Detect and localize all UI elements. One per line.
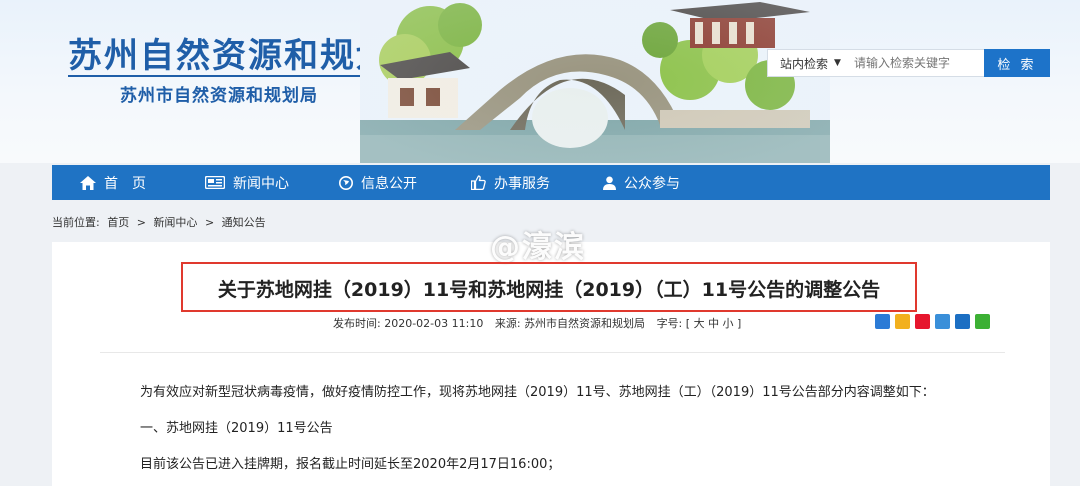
meta-divider [100,352,1005,353]
nav-item-label: 公众参与 [624,175,680,192]
share-wechat-icon[interactable] [975,314,990,329]
article-paragraph: 为有效应对新型冠状病毒疫情，做好疫情防控工作，现将苏地网挂（2019）11号、苏… [140,385,935,400]
share-weibo-icon[interactable] [915,314,930,329]
breadcrumb-link-news[interactable]: 新闻中心 [153,216,197,229]
article-meta: 发布时间: 2020-02-03 11:10 来源: 苏州市自然资源和规划局 字… [333,315,741,331]
nav-item-label: 新闻中心 [233,175,289,192]
breadcrumb-prefix: 当前位置: [52,216,100,229]
breadcrumb-separator: > [204,216,215,229]
font-size-options[interactable]: [ 大 中 小 ] [686,317,742,330]
header-banner: 苏州自然资源和规划 苏州市自然资源和规划局 [0,0,1080,163]
publish-date: 2020-02-03 11:10 [384,317,484,330]
article-paragraph: 一、苏地网挂（2019）11号公告 [140,421,333,436]
breadcrumb: 当前位置: 首页 > 新闻中心 > 通知公告 [52,214,270,230]
nav-item-services[interactable]: 办事服务 [471,165,550,200]
search-input[interactable] [844,50,984,76]
breadcrumb-link-notices[interactable]: 通知公告 [222,216,266,229]
search-button[interactable]: 检 索 [984,49,1050,77]
globe-icon [339,175,353,190]
breadcrumb-separator: > [136,216,146,229]
breadcrumb-link-home[interactable]: 首页 [107,216,129,229]
article-paragraph: 目前该公告已进入挂牌期，报名截止时间延长至2020年2月17日16:00； [140,457,561,472]
search-scope-label: 站内检索 [780,56,829,71]
share-qzone-icon[interactable] [895,314,910,329]
font-size-label: 字号: [656,317,683,330]
source-label: 来源: [494,317,521,330]
home-icon [80,175,96,190]
search-bar: 站内检索 ▼ 检 索 [767,49,1050,77]
bridge-scenery-illustration [360,0,830,163]
title-underline [68,75,370,77]
share-renren-icon[interactable] [955,314,970,329]
nav-item-info[interactable]: 信息公开 [339,165,417,200]
nav-item-label: 首 页 [104,175,146,192]
share-plus-icon[interactable] [875,314,890,329]
thumbs-up-icon [471,175,486,190]
newspaper-icon [205,176,225,189]
main-nav: 首 页 新闻中心 信息公开 办事服务 公众参与 [52,165,1050,200]
article-title: 关于苏地网挂（2019）11号和苏地网挂（2019）（工）11号公告的调整公告 [217,279,881,301]
search-scope-dropdown[interactable]: 站内检索 ▼ [768,50,844,76]
source-value: 苏州市自然资源和规划局 [524,317,646,330]
site-title: 苏州自然资源和规划 [68,36,392,76]
share-tencent-icon[interactable] [935,314,950,329]
nav-item-home[interactable]: 首 页 [80,165,146,200]
user-icon [603,176,616,190]
nav-item-public[interactable]: 公众参与 [603,165,680,200]
watermark: @濠滨 [490,230,586,265]
date-label: 发布时间: [333,317,381,330]
nav-item-label: 信息公开 [361,175,417,192]
nav-item-news[interactable]: 新闻中心 [205,165,289,200]
nav-item-label: 办事服务 [494,175,550,192]
site-subtitle: 苏州市自然资源和规划局 [120,86,318,106]
chevron-down-icon: ▼ [834,58,841,68]
share-toolbar [875,314,990,329]
